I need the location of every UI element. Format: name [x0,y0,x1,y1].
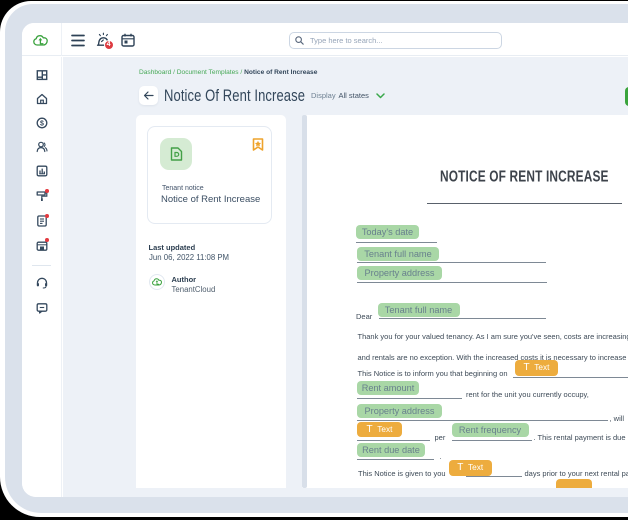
svg-text:$: $ [40,120,44,127]
